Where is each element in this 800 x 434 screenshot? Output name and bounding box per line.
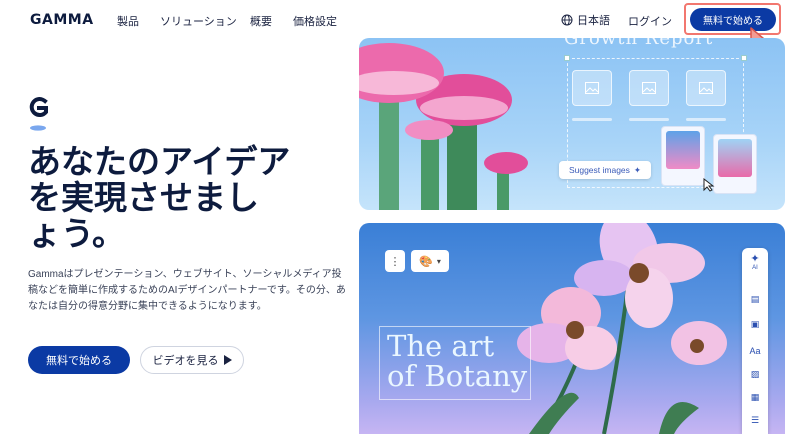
art-title-line-1: The art: [387, 329, 495, 363]
language-label: 日本語: [577, 15, 610, 27]
text-placeholder: [572, 118, 612, 121]
flower-illustration: [517, 223, 727, 434]
theme-palette-button[interactable]: 🎨 ▾: [411, 250, 449, 272]
text-placeholder: [629, 118, 669, 121]
watch-video-button[interactable]: ビデオを見る: [140, 346, 244, 374]
table-tool-button[interactable]: ☰: [749, 414, 761, 426]
cards-tool-button[interactable]: ▤: [749, 293, 761, 305]
suggest-images-button[interactable]: Suggest images ✦: [559, 161, 651, 179]
mushroom-illustration: [359, 43, 528, 210]
nav-link-solutions[interactable]: ソリューション: [160, 13, 237, 29]
image-icon: [642, 82, 656, 94]
headline-line-3: ょう。: [28, 215, 126, 252]
growth-report-title: Growth Report: [564, 38, 714, 49]
ai-label: AI: [752, 264, 758, 271]
nav-link-overview[interactable]: 概要: [250, 13, 272, 29]
image-icon: ▨: [750, 368, 760, 379]
chevron-down-icon: ▾: [436, 256, 441, 266]
cards-icon: ▤: [750, 293, 760, 304]
image-suggestion-thumb[interactable]: [661, 126, 705, 186]
editor-side-toolbar: ✦ AI ▤ ▣ Aa ▨ ▦ ☰: [742, 248, 768, 434]
gamma-logo[interactable]: GAMMA: [30, 12, 94, 28]
language-selector[interactable]: 日本語: [561, 12, 610, 28]
frame-handle[interactable]: [741, 55, 747, 61]
text-tool-button[interactable]: Aa: [749, 345, 761, 357]
growth-report-card: Growth Report Suggest images ✦: [359, 38, 785, 210]
headline-line-1: あなたのアイデア: [28, 143, 291, 180]
play-icon: [223, 355, 232, 365]
art-title-line-2: of Botany: [387, 359, 528, 393]
gamma-g-icon: [29, 97, 48, 131]
sparkle-icon: ✦: [633, 164, 642, 175]
layout-tool-button[interactable]: ▣: [749, 318, 761, 330]
image-icon: [699, 82, 713, 94]
suggest-images-label: Suggest images: [568, 165, 630, 175]
art-of-botany-card: ⋮ 🎨 ▾ The art of Botany ✦ AI ▤ ▣ Aa ▨ ▦ ☰: [359, 223, 785, 434]
thumb-image: [666, 131, 700, 169]
hero-description: Gammaはプレゼンテーション、ウェブサイト、ソーシャルメディア投稿などを簡単に…: [28, 269, 346, 312]
more-options-button[interactable]: ⋮: [385, 250, 405, 272]
nav-link-pricing[interactable]: 価格設定: [293, 13, 337, 29]
image-placeholder: [629, 70, 669, 106]
top-nav: GAMMA 製品 ソリューション 概要 価格設定 日本語 ログイン 無料で始める: [0, 0, 800, 57]
pointer-cursor-icon: [703, 178, 715, 192]
text-placeholder: [686, 118, 726, 121]
video-icon: ▦: [750, 391, 760, 402]
art-title: The art of Botany: [387, 331, 527, 391]
nav-link-products[interactable]: 製品: [117, 13, 139, 29]
watch-video-label: ビデオを見る: [152, 355, 219, 367]
table-icon: ☰: [750, 414, 760, 425]
image-tool-button[interactable]: ▨: [749, 368, 761, 380]
hero-start-free-button[interactable]: 無料で始める: [28, 346, 130, 374]
headline-line-2: を実現させまし: [28, 179, 259, 216]
image-placeholder: [686, 70, 726, 106]
media-tool-button[interactable]: ▦: [749, 391, 761, 403]
image-icon: [585, 82, 599, 94]
globe-icon: [561, 14, 573, 26]
hero-headline: あなたのアイデア を実現させまし ょう。: [28, 144, 328, 252]
layout-icon: ▣: [750, 318, 760, 329]
image-suggestion-thumb[interactable]: [713, 134, 757, 194]
frame-handle[interactable]: [564, 55, 570, 61]
more-vertical-icon: ⋮: [389, 255, 401, 268]
thumb-image: [718, 139, 752, 177]
image-placeholder: [572, 70, 612, 106]
text-tool-label: Aa: [749, 346, 761, 356]
login-link[interactable]: ログイン: [628, 13, 672, 29]
ai-sparkle-button[interactable]: ✦ AI: [749, 253, 761, 271]
palette-icon: 🎨: [419, 255, 433, 268]
ai-sparkle-icon: ✦: [750, 252, 760, 265]
